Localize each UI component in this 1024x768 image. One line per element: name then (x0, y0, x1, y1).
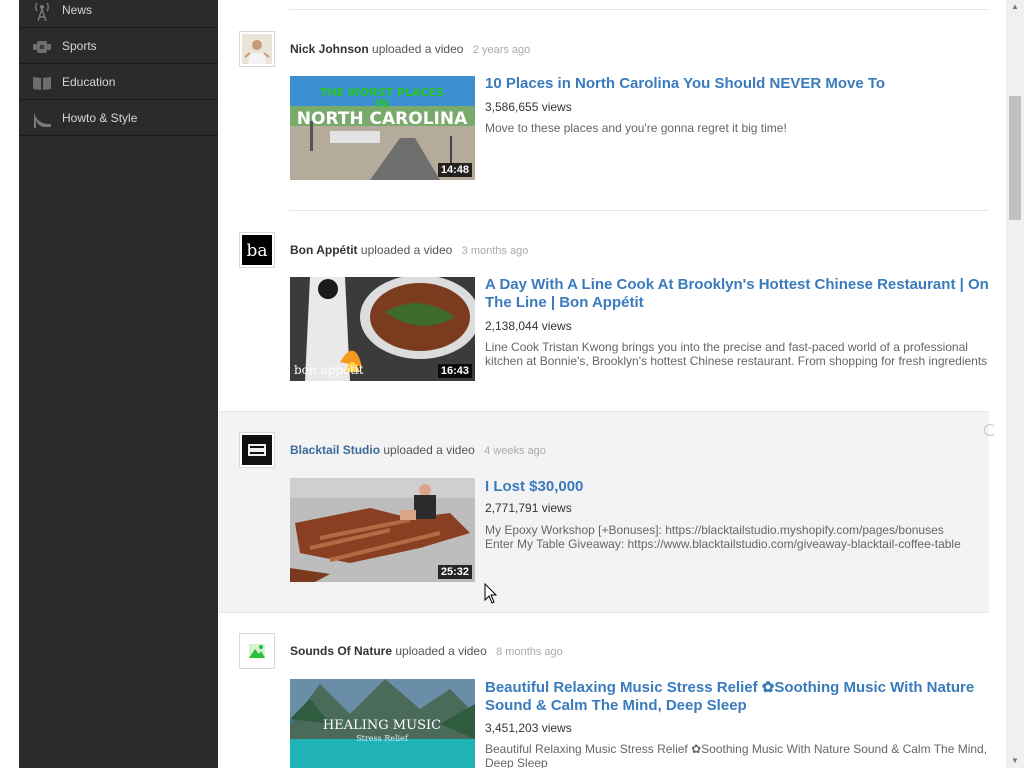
upload-time: 4 weeks ago (484, 445, 546, 457)
thumbnail-text: NORTH CAROLINA (297, 109, 468, 129)
activity-feed: Nick Johnson uploaded a video 2 years ag… (219, 0, 989, 768)
sidebar-item-sports[interactable]: Sports (19, 29, 218, 64)
sidebar-item-education[interactable]: Education (19, 65, 218, 100)
sidebar-item-howto-style[interactable]: Howto & Style (19, 101, 218, 136)
video-thumbnail[interactable]: 25:32 (290, 478, 475, 582)
upload-time: 2 years ago (472, 44, 531, 56)
left-margin (0, 0, 19, 768)
description-line: My Epoxy Workshop [+Bonuses]: https://bl… (485, 523, 944, 537)
video-duration: 16:43 (437, 364, 472, 378)
video-description: Line Cook Tristan Kwong brings you into … (485, 340, 989, 368)
sidebar-item-label: Sports (62, 39, 97, 53)
feed-item: Blacktail Studio uploaded a video 4 week… (219, 412, 989, 613)
description-line: Beautiful Relaxing Music Stress Relief ✿… (485, 742, 988, 756)
upload-header: Nick Johnson uploaded a video 2 years ag… (290, 42, 530, 56)
video-description: Move to these places and you're gonna re… (485, 121, 989, 135)
sidebar-item-news[interactable]: News (19, 0, 218, 28)
right-gutter (989, 0, 1006, 768)
video-thumbnail[interactable]: bon appétit 16:43 (290, 277, 475, 381)
video-title-line: Beautiful Relaxing Music Stress Relief ✿… (485, 679, 975, 696)
avatar-text: ba (246, 241, 267, 261)
description-line: Line Cook Tristan Kwong brings you into … (485, 340, 968, 354)
loading-spinner-icon (984, 424, 996, 436)
sidebar-item-label: Howto & Style (62, 111, 138, 125)
thumbnail-text: HEALING MUSIC (323, 718, 441, 733)
sports-icon (33, 41, 51, 53)
scrollbar[interactable]: ▲ ▼ (1006, 0, 1024, 768)
feed-item: Nick Johnson uploaded a video 2 years ag… (219, 9, 989, 210)
video-title[interactable]: 10 Places in North Carolina You Should N… (485, 75, 989, 93)
video-title[interactable]: I Lost $30,000 (485, 478, 989, 496)
mouse-cursor-icon (484, 583, 498, 604)
video-description: Beautiful Relaxing Music Stress Relief ✿… (485, 742, 989, 768)
avatar-image (242, 34, 272, 64)
feed-item: Sounds Of Nature uploaded a video 8 mont… (219, 613, 989, 768)
video-thumbnail[interactable]: THE WORST PLACES IN NORTH CAROLINA 14:48 (290, 76, 475, 180)
video-duration: 25:32 (437, 565, 472, 579)
thumbnail-text: bon appétit (294, 363, 364, 377)
channel-avatar[interactable] (239, 31, 275, 67)
video-duration: 14:48 (437, 163, 472, 177)
high-heel-icon (34, 112, 51, 128)
upload-action: uploaded a video (372, 42, 464, 56)
avatar-image (242, 435, 272, 465)
upload-time: 3 months ago (461, 245, 529, 257)
antenna-icon (35, 2, 49, 21)
sidebar: News Sports Education Howto & Style (19, 0, 218, 768)
view-count: 2,138,044 views (485, 319, 572, 333)
upload-action: uploaded a video (360, 243, 453, 257)
channel-name[interactable]: Sounds Of Nature (290, 644, 392, 658)
upload-header: Sounds Of Nature uploaded a video 8 mont… (290, 644, 563, 658)
sidebar-item-label: Education (62, 75, 116, 89)
book-icon (33, 77, 51, 90)
scrollbar-thumb[interactable] (1009, 96, 1021, 220)
channel-avatar[interactable] (239, 633, 275, 669)
video-title[interactable]: A Day With A Line Cook At Brooklyn's Hot… (485, 276, 989, 312)
view-count: 2,771,791 views (485, 501, 572, 515)
video-title[interactable]: Beautiful Relaxing Music Stress Relief ✿… (485, 679, 989, 715)
video-title-line: The Line | Bon Appétit (485, 294, 644, 311)
scroll-up-arrow-icon[interactable]: ▲ (1006, 0, 1024, 14)
upload-header: Blacktail Studio uploaded a video 4 week… (290, 443, 546, 457)
view-count: 3,451,203 views (485, 721, 572, 735)
description-line: kitchen at Bonnie's, Brooklyn's hottest … (485, 354, 988, 368)
video-description: My Epoxy Workshop [+Bonuses]: https://bl… (485, 523, 989, 551)
description-line: Enter My Table Giveaway: https://www.bla… (485, 537, 961, 551)
sidebar-item-label: News (62, 3, 93, 17)
feed-item: ba Bon Appétit uploaded a video 3 months… (219, 210, 989, 411)
channel-avatar[interactable] (239, 432, 275, 468)
page: News Sports Education Howto & Style Nick… (0, 0, 1024, 768)
upload-header: Bon Appétit uploaded a video 3 months ag… (290, 243, 528, 257)
avatar-image: ba (242, 235, 272, 265)
upload-time: 8 months ago (496, 646, 563, 658)
video-title-line: Sound & Calm The Mind, Deep Sleep (485, 697, 747, 714)
description-line: Move to these places and you're gonna re… (485, 121, 787, 135)
upload-action: uploaded a video (383, 443, 475, 457)
avatar-image (242, 636, 272, 666)
channel-name[interactable]: Nick Johnson (290, 42, 369, 56)
thumbnail-image: HEALING MUSIC Stress Relief (290, 679, 475, 768)
scroll-down-arrow-icon[interactable]: ▼ (1006, 754, 1024, 768)
view-count: 3,586,655 views (485, 100, 572, 114)
description-line: Deep Sleep (485, 756, 548, 768)
video-thumbnail[interactable]: HEALING MUSIC Stress Relief (290, 679, 475, 768)
channel-name[interactable]: Bon Appétit (290, 243, 358, 257)
video-title-line: A Day With A Line Cook At Brooklyn's Hot… (485, 276, 989, 293)
upload-action: uploaded a video (395, 644, 487, 658)
channel-avatar[interactable]: ba (239, 232, 275, 268)
thumbnail-subtext: Stress Relief (356, 734, 409, 743)
channel-name[interactable]: Blacktail Studio (290, 443, 380, 457)
